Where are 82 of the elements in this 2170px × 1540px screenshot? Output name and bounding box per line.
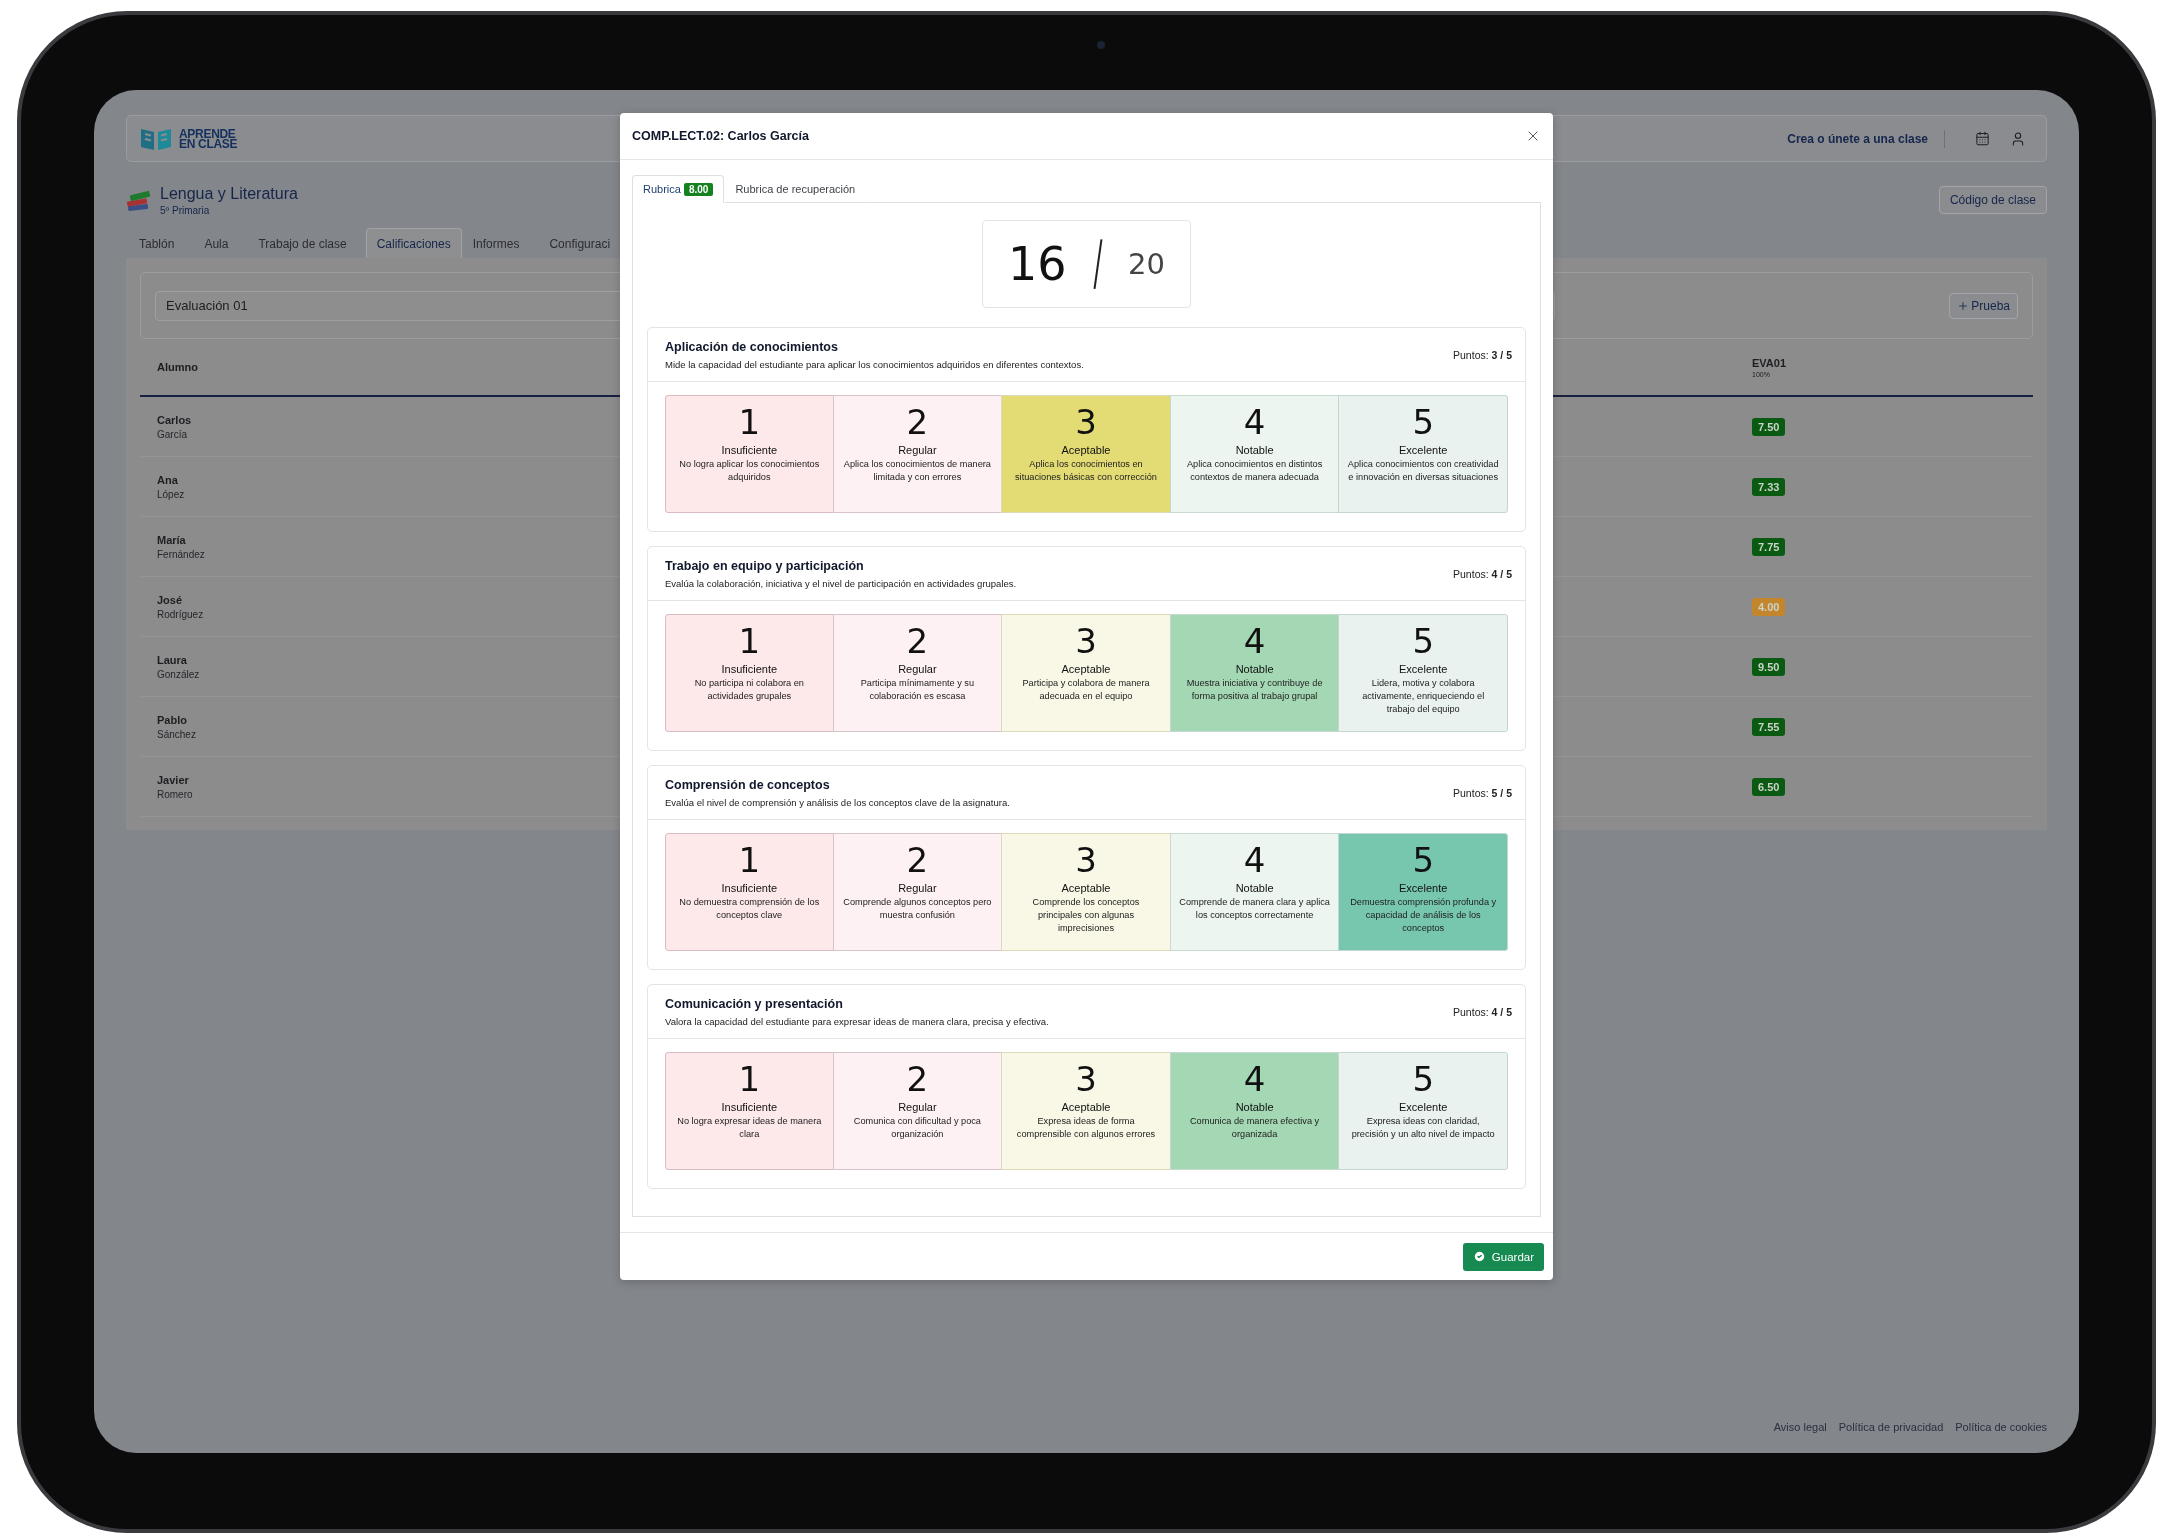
student-last-name: Romero — [157, 788, 193, 800]
level-option[interactable]: 5 Excelente Lidera, motiva y colabora activamente, enriqueciendo el trabajo del equipo — [1338, 614, 1508, 732]
logo-text: EN CLASE — [179, 138, 238, 149]
logo-text: APRENDE — [179, 128, 236, 139]
check-circle-icon — [1472, 1250, 1486, 1263]
plus-icon — [1957, 299, 1970, 312]
footer-link[interactable]: Aviso legal — [1773, 1421, 1827, 1433]
criterion-points: Puntos: 4 / 5 — [1453, 1005, 1512, 1018]
add-test-button[interactable]: Prueba — [1949, 292, 2018, 319]
level-option[interactable]: 4 Notable Aplica conocimientos en distintos contextos de manera adecuada — [1169, 395, 1340, 513]
class-code-button[interactable]: Código de clase — [1938, 186, 2047, 214]
footer-link[interactable]: Política de privacidad — [1838, 1421, 1944, 1433]
level-option[interactable]: 2 Regular Aplica los conocimientos de manera limitada y con errores — [832, 395, 1003, 513]
student-last-name: Fernández — [157, 548, 205, 560]
calendar-icon[interactable] — [1975, 131, 1990, 146]
student-first-name: Laura — [157, 653, 188, 666]
level-option[interactable]: 3 Aceptable Expresa ideas de forma comprensible con algunos errores — [1001, 1052, 1171, 1170]
grade-badge: 4.00 — [1752, 597, 1786, 616]
level-option[interactable]: 3 Aceptable Participa y colabora de manera adecuada en el equipo — [1001, 614, 1171, 732]
nav-tab[interactable]: Trabajo de clase — [247, 228, 358, 258]
student-last-name: Sánchez — [157, 728, 196, 740]
camera-icon — [1097, 41, 1105, 49]
level-option[interactable]: 4 Notable Comunica de manera efectiva y organizada — [1169, 1052, 1340, 1170]
course-grade: 5º Primaria — [160, 204, 211, 216]
student-first-name: Pablo — [157, 713, 188, 726]
criterion-description: Evalúa la colaboración, iniciativa y el nivel de participación en actividades grupales. — [665, 577, 1017, 589]
grade-badge: 7.50 — [1752, 417, 1786, 436]
level-option[interactable]: 5 Excelente Expresa ideas con claridad, precisión y un alto nivel de impacto — [1338, 1052, 1508, 1170]
level-option[interactable]: 4 Notable Comprende de manera clara y aplica los conceptos correctamente — [1169, 833, 1340, 951]
criterion-description: Valora la capacidad del estudiante para expresar ideas de manera clara, precisa y efectiva. — [665, 1015, 1049, 1027]
level-option[interactable]: 2 Regular Comunica con dificultad y poca organización — [832, 1052, 1003, 1170]
criterion-title: Comunicación y presentación — [665, 996, 844, 1011]
grade-badge: 7.55 — [1752, 717, 1786, 736]
student-last-name: López — [157, 488, 185, 500]
score-total: 20 — [1128, 247, 1165, 281]
score-badge: 8.00 — [683, 182, 714, 196]
nav-tab[interactable]: Calificaciones — [365, 228, 462, 258]
level-option[interactable]: 2 Regular Participa mínimamente y su colaboración es escasa — [832, 614, 1003, 732]
level-option[interactable]: 5 Excelente Aplica conocimientos con creatividad e innovación en diversas situaciones — [1338, 395, 1508, 513]
grade-badge: 9.50 — [1752, 657, 1786, 676]
level-option[interactable]: 1 Insuficiente No demuestra comprensión de los conceptos clave — [665, 833, 834, 951]
footer-link[interactable]: Política de cookies — [1955, 1421, 2047, 1433]
level-option[interactable]: 3 Aceptable Aplica los conocimientos en situaciones básicas con corrección — [1001, 395, 1171, 513]
dialog-title: COMP.LECT.02: Carlos García — [632, 129, 809, 143]
student-first-name: Javier — [157, 773, 190, 786]
course-title: Lengua y Literatura — [160, 184, 298, 203]
nav-tab[interactable]: Informes — [461, 228, 531, 258]
student-last-name: Rodríguez — [157, 608, 204, 620]
level-option[interactable]: 5 Excelente Demuestra comprensión profunda y capacidad de análisis de los conceptos — [1338, 833, 1508, 951]
score-value: 16 — [1008, 237, 1067, 291]
level-option[interactable]: 2 Regular Comprende algunos conceptos pero muestra confusión — [832, 833, 1003, 951]
save-button[interactable]: Guardar — [1462, 1242, 1544, 1271]
student-first-name: Ana — [157, 473, 179, 486]
nav-tab[interactable]: Tablón — [128, 228, 186, 258]
criterion-title: Trabajo en equipo y participación — [665, 558, 865, 573]
criterion-description: Mide la capacidad del estudiante para aplicar los conocimientos adquiridos en diferentes contextos. — [665, 358, 1084, 370]
student-first-name: Carlos — [157, 413, 192, 426]
level-option[interactable]: 4 Notable Muestra iniciativa y contribuye de forma positiva al trabajo grupal — [1169, 614, 1340, 732]
student-first-name: María — [157, 533, 187, 546]
criterion-points: Puntos: 3 / 5 — [1453, 348, 1512, 361]
join-class-link[interactable]: Crea o únete a una clase — [1787, 131, 1928, 146]
criterion-points: Puntos: 5 / 5 — [1453, 786, 1512, 799]
nav-tab[interactable]: Configuraci — [538, 228, 622, 258]
grade-badge: 7.33 — [1752, 477, 1786, 496]
criterion-description: Evalúa el nivel de comprensión y análisis de los conceptos clave de la asignatura. — [665, 796, 1010, 808]
level-option[interactable]: 3 Aceptable Comprende los conceptos principales con algunas imprecisiones — [1001, 833, 1171, 951]
level-option[interactable]: 1 Insuficiente No logra expresar ideas de manera clara — [665, 1052, 834, 1170]
rubric-tab[interactable]: Rubrica 8.00 — [632, 175, 725, 203]
student-first-name: José — [157, 593, 184, 606]
criterion-points: Puntos: 4 / 5 — [1453, 567, 1512, 580]
criterion-title: Comprensión de conceptos — [665, 777, 831, 792]
column-header: Alumno — [157, 361, 198, 373]
nav-tab[interactable]: Aula — [193, 228, 240, 258]
student-last-name: García — [157, 428, 188, 440]
student-last-name: González — [157, 668, 200, 680]
grade-badge: 6.50 — [1752, 777, 1786, 796]
grade-badge: 7.75 — [1752, 537, 1786, 556]
column-header: EVA01 — [1752, 356, 1787, 369]
level-option[interactable]: 1 Insuficiente No participa ni colabora en actividades grupales — [665, 614, 834, 732]
user-icon[interactable] — [2010, 130, 2026, 147]
criterion-title: Aplicación de conocimientos — [665, 339, 839, 354]
level-option[interactable]: 1 Insuficiente No logra aplicar los conocimientos adquiridos — [665, 395, 834, 513]
